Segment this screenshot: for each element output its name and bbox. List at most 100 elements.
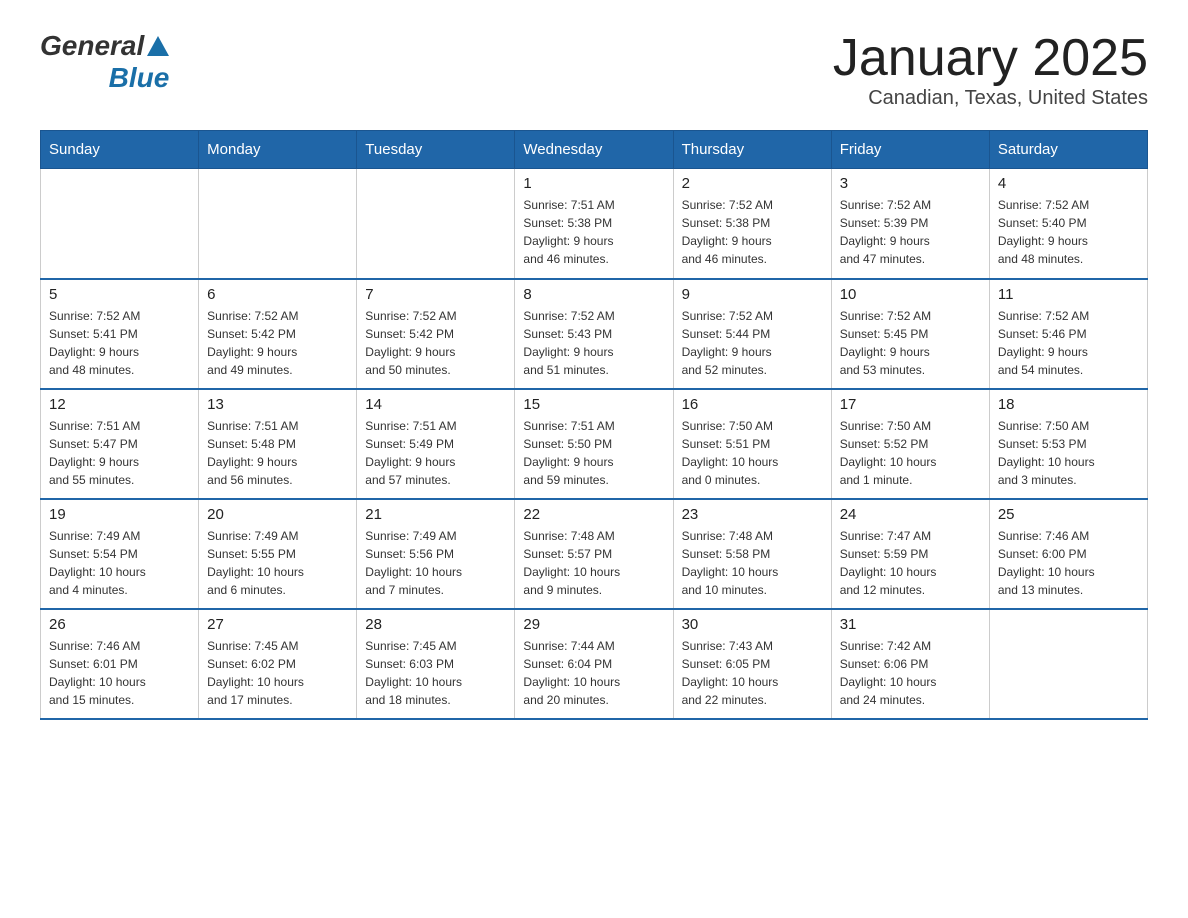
day-number: 10 [840, 286, 981, 303]
calendar-cell: 17 Sunrise: 7:50 AM Sunset: 5:52 PM Dayli… [831, 389, 989, 499]
day-number: 2 [682, 175, 823, 192]
calendar-cell: 31 Sunrise: 7:42 AM Sunset: 6:06 PM Dayli… [831, 609, 989, 719]
day-info: Sunrise: 7:49 AM Sunset: 5:56 PM Dayligh… [365, 527, 506, 599]
calendar-header-sunday: Sunday [41, 131, 199, 169]
calendar-cell: 26 Sunrise: 7:46 AM Sunset: 6:01 PM Dayli… [41, 609, 199, 719]
calendar-cell: 21 Sunrise: 7:49 AM Sunset: 5:56 PM Dayli… [357, 499, 515, 609]
calendar-cell: 7 Sunrise: 7:52 AM Sunset: 5:42 PM Daylig… [357, 279, 515, 389]
calendar-header-thursday: Thursday [673, 131, 831, 169]
day-info: Sunrise: 7:46 AM Sunset: 6:01 PM Dayligh… [49, 637, 190, 709]
calendar-header-friday: Friday [831, 131, 989, 169]
day-info: Sunrise: 7:52 AM Sunset: 5:45 PM Dayligh… [840, 307, 981, 379]
calendar-cell: 2 Sunrise: 7:52 AM Sunset: 5:38 PM Daylig… [673, 169, 831, 279]
day-info: Sunrise: 7:52 AM Sunset: 5:46 PM Dayligh… [998, 307, 1139, 379]
page-subtitle: Canadian, Texas, United States [833, 87, 1148, 110]
calendar-week-row: 5 Sunrise: 7:52 AM Sunset: 5:41 PM Daylig… [41, 279, 1148, 389]
calendar-cell: 11 Sunrise: 7:52 AM Sunset: 5:46 PM Dayli… [989, 279, 1147, 389]
day-number: 12 [49, 396, 190, 413]
calendar-cell [41, 169, 199, 279]
calendar-cell: 6Sunrise: 7:52 AM Sunset: 5:42 PM Daylig… [199, 279, 357, 389]
calendar-week-row: 26 Sunrise: 7:46 AM Sunset: 6:01 PM Dayli… [41, 609, 1148, 719]
day-info: Sunrise: 7:49 AM Sunset: 5:55 PM Dayligh… [207, 527, 348, 599]
day-info: Sunrise: 7:44 AM Sunset: 6:04 PM Dayligh… [523, 637, 664, 709]
calendar-cell: 22Sunrise: 7:48 AM Sunset: 5:57 PM Dayli… [515, 499, 673, 609]
calendar-cell [989, 609, 1147, 719]
day-info: Sunrise: 7:42 AM Sunset: 6:06 PM Dayligh… [840, 637, 981, 709]
calendar-cell: 14Sunrise: 7:51 AM Sunset: 5:49 PM Dayli… [357, 389, 515, 499]
logo-general-text: General [40, 30, 144, 62]
day-number: 18 [998, 396, 1139, 413]
title-block: January 2025 Canadian, Texas, United Sta… [833, 30, 1148, 110]
day-info: Sunrise: 7:51 AM Sunset: 5:47 PM Dayligh… [49, 417, 190, 489]
calendar-week-row: 1Sunrise: 7:51 AM Sunset: 5:38 PM Daylig… [41, 169, 1148, 279]
calendar-cell: 25 Sunrise: 7:46 AM Sunset: 6:00 PM Dayli… [989, 499, 1147, 609]
day-info: Sunrise: 7:52 AM Sunset: 5:41 PM Dayligh… [49, 307, 190, 379]
calendar-cell [199, 169, 357, 279]
calendar-cell: 24 Sunrise: 7:47 AM Sunset: 5:59 PM Dayli… [831, 499, 989, 609]
calendar-header-saturday: Saturday [989, 131, 1147, 169]
day-info: Sunrise: 7:48 AM Sunset: 5:58 PM Dayligh… [682, 527, 823, 599]
day-number: 17 [840, 396, 981, 413]
calendar-cell: 5 Sunrise: 7:52 AM Sunset: 5:41 PM Daylig… [41, 279, 199, 389]
day-number: 7 [365, 286, 506, 303]
logo: General Blue [40, 30, 169, 94]
day-info: Sunrise: 7:51 AM Sunset: 5:48 PM Dayligh… [207, 417, 348, 489]
calendar-cell: 15Sunrise: 7:51 AM Sunset: 5:50 PM Dayli… [515, 389, 673, 499]
day-number: 4 [998, 175, 1139, 192]
day-info: Sunrise: 7:52 AM Sunset: 5:42 PM Dayligh… [365, 307, 506, 379]
day-info: Sunrise: 7:48 AM Sunset: 5:57 PM Dayligh… [523, 527, 664, 599]
logo-blue-text: Blue [109, 62, 170, 94]
day-number: 8 [523, 286, 664, 303]
day-info: Sunrise: 7:49 AM Sunset: 5:54 PM Dayligh… [49, 527, 190, 599]
calendar-cell: 1Sunrise: 7:51 AM Sunset: 5:38 PM Daylig… [515, 169, 673, 279]
calendar-header-tuesday: Tuesday [357, 131, 515, 169]
calendar-cell: 29 Sunrise: 7:44 AM Sunset: 6:04 PM Dayli… [515, 609, 673, 719]
day-info: Sunrise: 7:43 AM Sunset: 6:05 PM Dayligh… [682, 637, 823, 709]
calendar-cell: 4 Sunrise: 7:52 AM Sunset: 5:40 PM Daylig… [989, 169, 1147, 279]
calendar-cell: 27 Sunrise: 7:45 AM Sunset: 6:02 PM Dayli… [199, 609, 357, 719]
day-number: 19 [49, 506, 190, 523]
calendar-cell: 18 Sunrise: 7:50 AM Sunset: 5:53 PM Dayli… [989, 389, 1147, 499]
day-info: Sunrise: 7:45 AM Sunset: 6:03 PM Dayligh… [365, 637, 506, 709]
day-number: 28 [365, 616, 506, 633]
day-info: Sunrise: 7:52 AM Sunset: 5:42 PM Dayligh… [207, 307, 348, 379]
calendar-header-monday: Monday [199, 131, 357, 169]
day-info: Sunrise: 7:50 AM Sunset: 5:52 PM Dayligh… [840, 417, 981, 489]
calendar-cell: 16Sunrise: 7:50 AM Sunset: 5:51 PM Dayli… [673, 389, 831, 499]
day-number: 9 [682, 286, 823, 303]
day-number: 30 [682, 616, 823, 633]
day-number: 31 [840, 616, 981, 633]
logo-triangle-icon [147, 36, 169, 56]
day-number: 27 [207, 616, 348, 633]
day-number: 14 [365, 396, 506, 413]
day-number: 5 [49, 286, 190, 303]
day-info: Sunrise: 7:46 AM Sunset: 6:00 PM Dayligh… [998, 527, 1139, 599]
calendar-cell: 23 Sunrise: 7:48 AM Sunset: 5:58 PM Dayli… [673, 499, 831, 609]
day-number: 11 [998, 286, 1139, 303]
day-number: 29 [523, 616, 664, 633]
day-info: Sunrise: 7:50 AM Sunset: 5:51 PM Dayligh… [682, 417, 823, 489]
day-info: Sunrise: 7:52 AM Sunset: 5:44 PM Dayligh… [682, 307, 823, 379]
day-number: 21 [365, 506, 506, 523]
calendar-cell: 28 Sunrise: 7:45 AM Sunset: 6:03 PM Dayli… [357, 609, 515, 719]
day-info: Sunrise: 7:52 AM Sunset: 5:38 PM Dayligh… [682, 196, 823, 268]
day-info: Sunrise: 7:52 AM Sunset: 5:40 PM Dayligh… [998, 196, 1139, 268]
day-info: Sunrise: 7:47 AM Sunset: 5:59 PM Dayligh… [840, 527, 981, 599]
day-number: 20 [207, 506, 348, 523]
calendar-cell: 19 Sunrise: 7:49 AM Sunset: 5:54 PM Dayli… [41, 499, 199, 609]
day-info: Sunrise: 7:52 AM Sunset: 5:39 PM Dayligh… [840, 196, 981, 268]
day-number: 1 [523, 175, 664, 192]
day-number: 24 [840, 506, 981, 523]
day-info: Sunrise: 7:45 AM Sunset: 6:02 PM Dayligh… [207, 637, 348, 709]
calendar-cell: 30 Sunrise: 7:43 AM Sunset: 6:05 PM Dayli… [673, 609, 831, 719]
calendar-cell [357, 169, 515, 279]
day-number: 23 [682, 506, 823, 523]
day-number: 26 [49, 616, 190, 633]
calendar-cell: 20 Sunrise: 7:49 AM Sunset: 5:55 PM Dayli… [199, 499, 357, 609]
page-title: January 2025 [833, 30, 1148, 87]
day-info: Sunrise: 7:50 AM Sunset: 5:53 PM Dayligh… [998, 417, 1139, 489]
day-number: 25 [998, 506, 1139, 523]
calendar-cell: 13Sunrise: 7:51 AM Sunset: 5:48 PM Dayli… [199, 389, 357, 499]
calendar-cell: 3Sunrise: 7:52 AM Sunset: 5:39 PM Daylig… [831, 169, 989, 279]
calendar-week-row: 12 Sunrise: 7:51 AM Sunset: 5:47 PM Dayli… [41, 389, 1148, 499]
